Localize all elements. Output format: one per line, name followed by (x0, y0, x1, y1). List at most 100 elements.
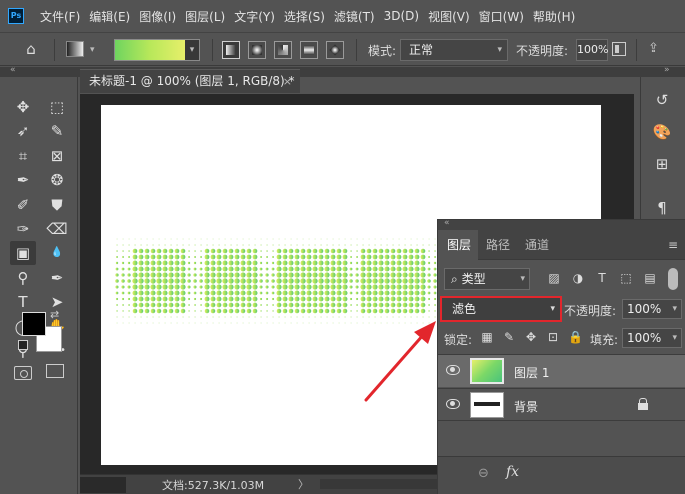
menu-layer[interactable]: 图层(L) (181, 8, 229, 25)
stamp-tool-icon[interactable]: ⛊ (44, 193, 70, 217)
gradient-preset-button[interactable] (66, 41, 84, 57)
angle-gradient-button[interactable] (274, 41, 292, 59)
menu-help[interactable]: 帮助(H) (529, 8, 579, 25)
frame-tool-icon[interactable]: ⊠ (44, 144, 70, 168)
filter-toggle[interactable] (668, 268, 678, 290)
eraser-tool-icon[interactable]: ⌫ (44, 217, 70, 241)
layer-opacity-input[interactable]: 100% ▾ (622, 299, 682, 319)
layer-row-background[interactable]: 背景 (438, 388, 685, 421)
lasso-tool-icon[interactable]: ➶ (10, 119, 36, 143)
filter-adjustment-icon[interactable]: ◑ (570, 270, 586, 286)
collapse-left-icon[interactable]: « (10, 65, 16, 75)
chevron-down-icon[interactable]: ▾ (90, 45, 95, 55)
default-colors-icon[interactable] (18, 340, 28, 350)
chevron-down-icon[interactable]: ▾ (672, 329, 677, 347)
halftone-dot (306, 248, 312, 254)
panel-menu-icon[interactable]: ≡ (668, 238, 678, 252)
halftone-dot (332, 238, 334, 240)
eyedropper-tool-icon[interactable]: ✒ (10, 168, 36, 192)
fx-icon[interactable]: fx (506, 464, 519, 480)
brush-tool-icon[interactable]: ✐ (10, 193, 36, 217)
healing-tool-icon[interactable]: ❂ (44, 168, 70, 192)
gradient-tool-icon[interactable]: ▣ (10, 241, 36, 266)
filter-smart-object-icon[interactable]: ▤ (642, 270, 658, 286)
halftone-dot (115, 291, 119, 295)
diamond-gradient-button[interactable] (326, 41, 344, 59)
menu-file[interactable]: 文件(F) (36, 8, 84, 25)
halftone-dot (228, 284, 234, 290)
status-menu-icon[interactable]: 〉 (298, 476, 309, 492)
eye-icon[interactable] (446, 365, 460, 375)
quick-mask-icon[interactable] (14, 366, 32, 380)
home-icon[interactable]: ⌂ (20, 40, 42, 60)
opacity-input[interactable]: 100% (576, 39, 608, 61)
blur-tool-icon[interactable]: 💧 (44, 241, 70, 265)
halftone-dot (312, 302, 318, 308)
menu-type[interactable]: 文字(Y) (230, 8, 279, 25)
crop-tool-icon[interactable]: ⌗ (10, 144, 36, 168)
move-tool-icon[interactable]: ✥ (10, 95, 36, 119)
lock-transparent-icon[interactable]: ▦ (480, 330, 494, 344)
menu-select[interactable]: 选择(S) (280, 8, 329, 25)
filter-shape-icon[interactable]: ⬚ (618, 270, 634, 286)
document-tab[interactable]: 未标题-1 @ 100% (图层 1, RGB/8) * × (80, 69, 300, 93)
gradient-editor-swatch[interactable]: ▾ (114, 39, 200, 61)
halftone-dot (260, 322, 262, 324)
halftone-dot (187, 291, 191, 295)
linear-gradient-button[interactable] (222, 41, 240, 59)
foreground-color-swatch[interactable] (22, 312, 46, 336)
lock-image-icon[interactable]: ✎ (502, 330, 516, 344)
grid-panel-icon[interactable]: ⊞ (651, 153, 673, 175)
lock-position-icon[interactable]: ✥ (524, 330, 538, 344)
history-brush-tool-icon[interactable]: ✑ (10, 217, 36, 241)
chevron-down-icon[interactable]: ▾ (185, 40, 199, 60)
menu-image[interactable]: 图像(I) (135, 8, 180, 25)
tab-paths[interactable]: 路径 (486, 236, 510, 253)
menu-3d[interactable]: 3D(D) (380, 9, 423, 23)
halftone-dot (174, 248, 180, 254)
menu-window[interactable]: 窗口(W) (475, 8, 528, 25)
share-icon[interactable]: ⇪ (648, 41, 659, 56)
swatches-panel-icon[interactable]: 🎨 (651, 121, 673, 143)
marquee-tool-icon[interactable]: ⬚ (44, 95, 70, 119)
history-panel-icon[interactable]: ↺ (651, 89, 673, 111)
mode-select[interactable]: 正常 ▾ (400, 39, 508, 61)
blend-mode-select[interactable]: 滤色 ▾ (440, 296, 562, 322)
menu-view[interactable]: 视图(V) (424, 8, 474, 25)
quick-select-tool-icon[interactable]: ✎ (44, 119, 70, 143)
filter-type-select[interactable]: ⌕ 类型 ▾ (444, 268, 530, 290)
reverse-checkbox-icon[interactable] (612, 42, 626, 56)
collapse-left-icon[interactable]: « (444, 218, 450, 228)
radial-gradient-button[interactable] (248, 41, 266, 59)
halftone-dot (349, 279, 353, 283)
layer-name[interactable]: 背景 (514, 398, 538, 415)
screen-mode-icon[interactable] (46, 364, 64, 378)
halftone-dot (204, 302, 210, 308)
link-layers-icon[interactable]: ⊖ (478, 466, 489, 481)
tab-channels[interactable]: 通道 (525, 236, 549, 253)
eye-icon[interactable] (446, 399, 460, 409)
halftone-dot (168, 272, 174, 278)
lock-all-icon[interactable]: 🔒 (568, 330, 583, 344)
collapse-right-icon[interactable]: » (664, 65, 670, 75)
tab-layers[interactable]: 图层 (447, 236, 471, 253)
close-icon[interactable]: × (283, 70, 292, 93)
menu-filter[interactable]: 滤镜(T) (330, 8, 379, 25)
dodge-tool-icon[interactable]: ⚲ (10, 266, 36, 290)
reflected-gradient-button[interactable] (300, 41, 318, 59)
zoom-field[interactable] (80, 477, 126, 493)
filter-type-icon[interactable]: T (594, 270, 610, 286)
layer-row-layer-1[interactable]: 图层 1 (438, 354, 685, 387)
lock-artboard-icon[interactable]: ⊡ (546, 330, 560, 344)
menu-edit[interactable]: 编辑(E) (85, 8, 134, 25)
fill-input[interactable]: 100% ▾ (622, 328, 682, 348)
layer-name[interactable]: 图层 1 (514, 364, 549, 381)
type-tool-icon[interactable]: T (10, 290, 36, 314)
paragraph-panel-icon[interactable]: ¶ (651, 197, 673, 219)
swap-colors-icon[interactable]: ⇄ (50, 308, 59, 321)
gradient-preview[interactable] (115, 40, 185, 60)
chevron-down-icon[interactable]: ▾ (672, 300, 677, 318)
filter-pixel-icon[interactable]: ▨ (546, 270, 562, 286)
halftone-dot (176, 238, 178, 240)
pen-tool-icon[interactable]: ✒ (44, 266, 70, 290)
